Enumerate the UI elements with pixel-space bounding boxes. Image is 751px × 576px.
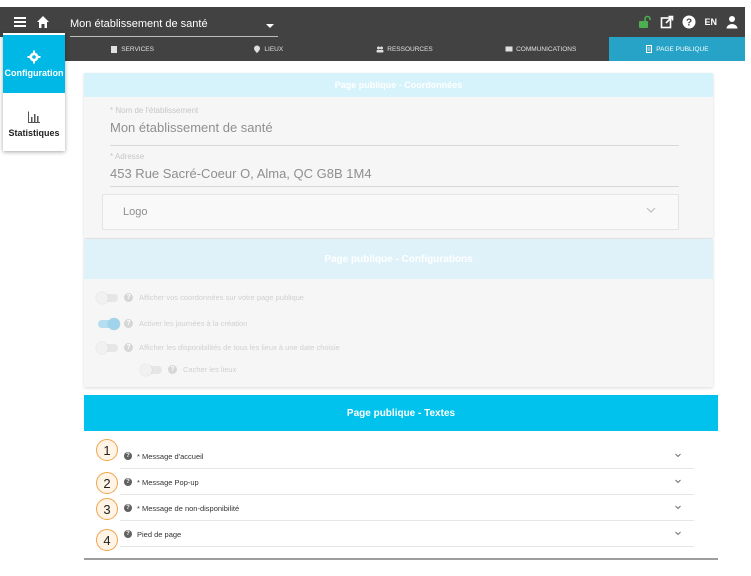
help-icon[interactable]: ? bbox=[682, 15, 696, 29]
chevron-down-icon bbox=[675, 479, 681, 484]
field-value: 453 Rue Sacré-Coeur O, Alma, QC G8B 1M4 bbox=[110, 166, 372, 181]
building-icon bbox=[111, 46, 118, 53]
sidebar-item-statistiques[interactable]: Statistiques bbox=[3, 95, 65, 153]
annotation-marker: 1 bbox=[96, 439, 118, 461]
unlock-icon[interactable] bbox=[638, 15, 652, 29]
toggle-switch[interactable] bbox=[98, 317, 120, 330]
toggle-row: ? Activer les journées à la création bbox=[98, 317, 248, 330]
annotation-marker: 2 bbox=[96, 472, 118, 494]
bar-chart-icon bbox=[28, 111, 40, 123]
chevron-down-icon bbox=[675, 505, 681, 510]
coordinates-panel: Page publique - Coordonnées * Nom de l'é… bbox=[84, 73, 713, 238]
text-item-label: * Message d'accueil bbox=[137, 452, 204, 461]
toggle-label: Cacher les lieux bbox=[183, 365, 237, 374]
sidebar-item-label: Configuration bbox=[4, 68, 64, 78]
text-item-label: * Message Pop-up bbox=[137, 478, 199, 487]
panel-title: Page publique - Configurations bbox=[84, 239, 713, 279]
top-bar: Mon établissement de santé ? EN bbox=[0, 7, 745, 37]
location-pin-icon bbox=[254, 45, 261, 53]
chevron-down-icon bbox=[646, 207, 656, 213]
help-icon[interactable]: ? bbox=[124, 343, 133, 352]
toggle-switch[interactable] bbox=[96, 291, 118, 304]
help-icon[interactable]: ? bbox=[124, 319, 133, 328]
text-expander-footer[interactable]: ? Pied de page bbox=[120, 521, 694, 547]
toggle-label: Afficher vos coordonnées sur votre page … bbox=[139, 293, 304, 302]
main-tabs: SERVICES LIEUX RESSOURCES COMMUNICATIONS… bbox=[64, 37, 746, 61]
texts-panel: ? * Message d'accueil ? * Message Pop-up… bbox=[84, 431, 718, 560]
field-value: Mon établissement de santé bbox=[110, 120, 273, 135]
users-icon bbox=[376, 46, 384, 53]
establishment-name-field[interactable]: * Nom de l'établissement Mon établisseme… bbox=[110, 106, 679, 146]
tab-ressources[interactable]: RESSOURCES bbox=[336, 37, 472, 61]
toggle-row: ? Cacher les lieux bbox=[140, 363, 237, 376]
language-toggle[interactable]: EN bbox=[704, 17, 717, 27]
text-expander-popup[interactable]: ? * Message Pop-up bbox=[120, 469, 694, 495]
help-icon[interactable]: ? bbox=[124, 452, 132, 460]
tab-communications[interactable]: COMMUNICATIONS bbox=[473, 37, 609, 61]
svg-text:?: ? bbox=[686, 18, 692, 29]
document-icon bbox=[646, 45, 653, 53]
sidebar-item-label: Statistiques bbox=[8, 128, 60, 138]
tab-label: LIEUX bbox=[264, 45, 284, 53]
external-link-icon[interactable] bbox=[660, 15, 674, 29]
envelope-icon bbox=[505, 46, 513, 52]
field-label: * Adresse bbox=[110, 152, 145, 161]
help-icon[interactable]: ? bbox=[168, 365, 177, 374]
user-icon[interactable] bbox=[725, 15, 739, 29]
panel-title: Page publique - Coordonnées bbox=[84, 73, 713, 97]
tab-label: COMMUNICATIONS bbox=[516, 45, 577, 53]
gear-icon bbox=[27, 50, 41, 64]
tab-lieux[interactable]: LIEUX bbox=[200, 37, 336, 61]
logo-expander[interactable]: Logo bbox=[102, 194, 679, 230]
tab-page-publique[interactable]: PAGE PUBLIQUE bbox=[608, 37, 746, 61]
sidebar-item-configuration[interactable]: Configuration bbox=[3, 35, 65, 93]
chevron-down-icon bbox=[675, 453, 681, 458]
toggle-row: ? Afficher les disponibilités de tous le… bbox=[96, 341, 340, 354]
text-item-label: * Message de non-disponibilité bbox=[137, 504, 240, 513]
text-item-label: Pied de page bbox=[137, 530, 182, 539]
toggle-label: Activer les journées à la création bbox=[139, 319, 248, 328]
tab-label: RESSOURCES bbox=[387, 45, 433, 53]
toggle-switch[interactable] bbox=[140, 363, 162, 376]
app-root: Mon établissement de santé ? EN SERVICES… bbox=[0, 0, 751, 576]
texts-panel-header: Page publique - Textes bbox=[84, 395, 718, 431]
toggle-row: ? Afficher vos coordonnées sur votre pag… bbox=[96, 291, 304, 304]
toggle-label: Afficher les disponibilités de tous les … bbox=[139, 343, 340, 352]
tab-label: SERVICES bbox=[121, 45, 154, 53]
configurations-panel: Page publique - Configurations ? Affiche… bbox=[84, 239, 713, 387]
side-panel: Configuration Statistiques bbox=[3, 33, 65, 151]
hamburger-menu-icon[interactable] bbox=[14, 17, 26, 27]
help-icon[interactable]: ? bbox=[124, 293, 133, 302]
establishment-select[interactable]: Mon établissement de santé bbox=[70, 15, 278, 37]
help-icon[interactable]: ? bbox=[124, 504, 132, 512]
tab-services[interactable]: SERVICES bbox=[64, 37, 200, 61]
establishment-select-value: Mon établissement de santé bbox=[70, 18, 208, 30]
text-expander-welcome[interactable]: ? * Message d'accueil bbox=[120, 443, 694, 469]
logo-label: Logo bbox=[123, 206, 148, 218]
chevron-down-icon bbox=[675, 531, 681, 536]
toggle-switch[interactable] bbox=[96, 341, 118, 354]
home-icon[interactable] bbox=[36, 15, 50, 29]
field-label: * Nom de l'établissement bbox=[110, 106, 199, 115]
top-right-actions: ? EN bbox=[638, 13, 739, 31]
help-icon[interactable]: ? bbox=[124, 478, 132, 486]
annotation-marker: 3 bbox=[96, 498, 118, 520]
caret-down-icon bbox=[266, 24, 274, 28]
address-field[interactable]: * Adresse 453 Rue Sacré-Coeur O, Alma, Q… bbox=[110, 152, 679, 187]
annotation-marker: 4 bbox=[96, 529, 118, 551]
help-icon[interactable]: ? bbox=[124, 530, 132, 538]
text-expander-unavailability[interactable]: ? * Message de non-disponibilité bbox=[120, 495, 694, 521]
tab-label: PAGE PUBLIQUE bbox=[656, 45, 709, 53]
